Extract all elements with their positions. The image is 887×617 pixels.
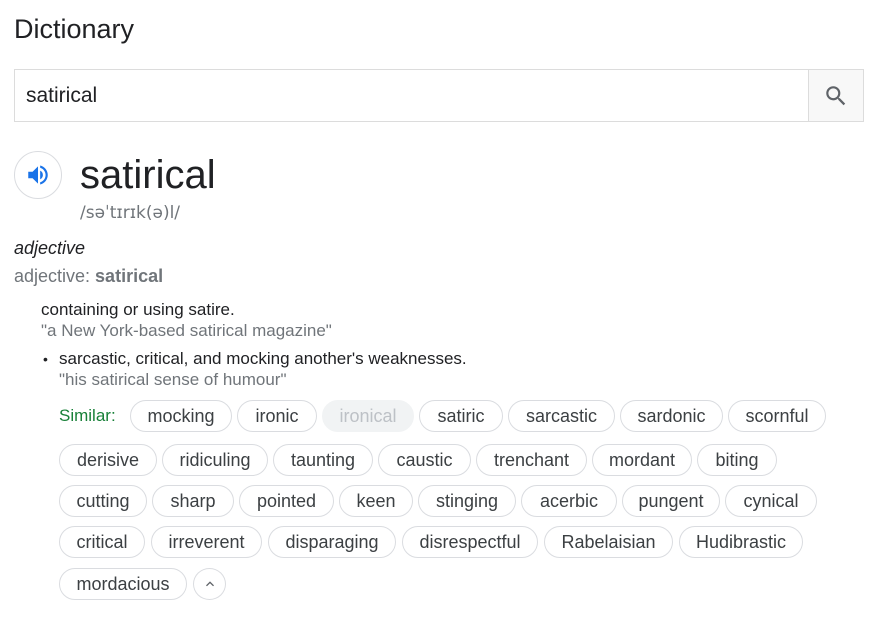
similar-chip-biting[interactable]: biting (697, 444, 777, 476)
similar-chip-hudibrastic[interactable]: Hudibrastic (679, 526, 803, 558)
definition-2: sarcastic, critical, and mocking another… (59, 349, 467, 368)
similar-chip-caustic[interactable]: caustic (378, 444, 471, 476)
similar-chip-cynical[interactable]: cynical (725, 485, 817, 517)
similar-label: Similar: (59, 406, 116, 425)
similar-chip-ironical: ironical (322, 400, 414, 432)
example-1: "a New York-based satirical magazine" (41, 321, 332, 340)
similar-chip-sharp[interactable]: sharp (152, 485, 234, 517)
word-forms-label: adjective: (14, 266, 96, 286)
search-icon (826, 85, 846, 105)
similar-chip-disrespectful[interactable]: disrespectful (402, 526, 538, 558)
headword: satirical (80, 153, 216, 197)
word-forms-value: satirical (95, 266, 164, 286)
similar-chip-taunting[interactable]: taunting (273, 444, 373, 476)
speaker-icon (28, 165, 48, 185)
similar-chip-derisive[interactable]: derisive (59, 444, 157, 476)
pronunciation-audio-button[interactable] (14, 151, 62, 199)
sub-sense-bullet: • (43, 351, 48, 367)
part-of-speech: adjective (14, 238, 86, 258)
page-title: Dictionary (14, 14, 135, 44)
similar-chip-sardonic[interactable]: sardonic (620, 400, 723, 432)
similar-chip-ridiculing[interactable]: ridiculing (162, 444, 268, 476)
search-input[interactable] (15, 70, 810, 121)
similar-chip-mordant[interactable]: mordant (592, 444, 692, 476)
similar-chip-mordacious[interactable]: mordacious (59, 568, 187, 600)
similar-chip-scornful[interactable]: scornful (728, 400, 826, 432)
similar-chip-sarcastic[interactable]: sarcastic (508, 400, 615, 432)
similar-chip-pungent[interactable]: pungent (622, 485, 720, 517)
similar-chip-satiric[interactable]: satiric (419, 400, 503, 432)
similar-chip-keen[interactable]: keen (339, 485, 413, 517)
similar-chip-cutting[interactable]: cutting (59, 485, 147, 517)
search-box (14, 69, 864, 122)
collapse-similar-button[interactable] (193, 568, 226, 600)
similar-chip-mocking[interactable]: mocking (130, 400, 232, 432)
chevron-up-icon (205, 581, 214, 587)
word-forms: adjective: satirical (14, 265, 163, 287)
similar-chip-ironic[interactable]: ironic (237, 400, 317, 432)
similar-chip-disparaging[interactable]: disparaging (268, 526, 396, 558)
similar-chip-critical[interactable]: critical (59, 526, 145, 558)
search-button[interactable] (808, 70, 863, 121)
similar-chip-pointed[interactable]: pointed (239, 485, 334, 517)
example-2: "his satirical sense of humour" (59, 370, 287, 389)
similar-chip-rabelaisian[interactable]: Rabelaisian (544, 526, 673, 558)
similar-chip-irreverent[interactable]: irreverent (151, 526, 262, 558)
similar-chip-trenchant[interactable]: trenchant (476, 444, 587, 476)
phonetic-spelling: /səˈtɪrɪk(ə)l/ (80, 203, 181, 223)
definition-1: containing or using satire. (41, 300, 235, 319)
similar-chip-acerbic[interactable]: acerbic (521, 485, 617, 517)
similar-chip-stinging[interactable]: stinging (418, 485, 516, 517)
